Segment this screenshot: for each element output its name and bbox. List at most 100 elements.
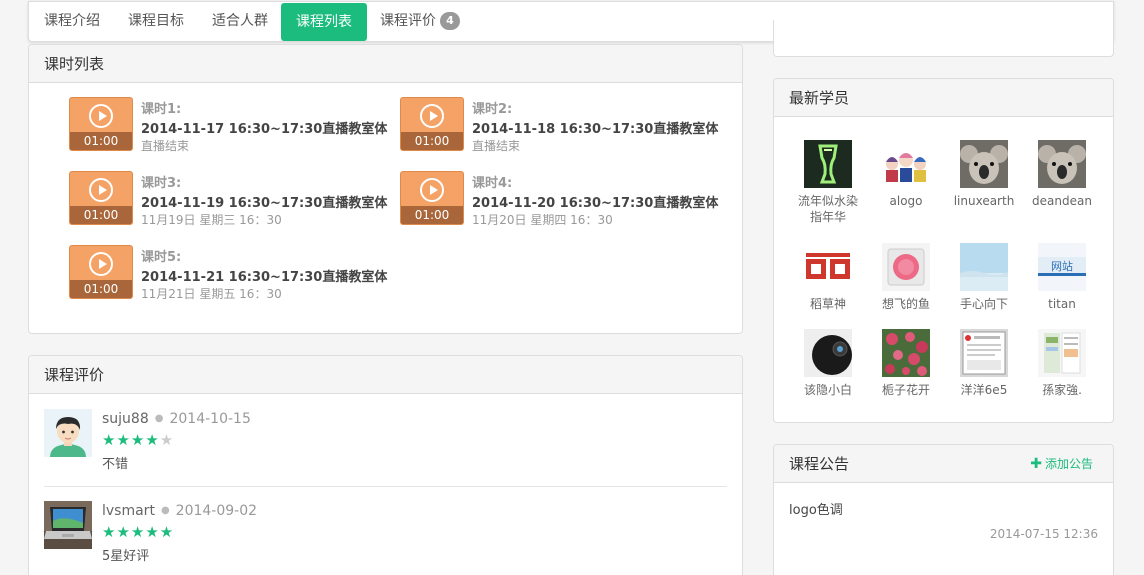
lesson-duration: 01:00 <box>70 280 132 298</box>
review-username[interactable]: suju88 <box>102 411 149 427</box>
review-text: 不错 <box>102 457 129 472</box>
lesson-item[interactable]: 01:00 课时4: 2014-11-20 16:30~17:30直播教室体 1… <box>400 171 720 227</box>
student-item[interactable]: deandean <box>1027 140 1097 209</box>
review-item: suju88 ● 2014-10-15 ★★★★★ 不错 <box>44 409 727 479</box>
student-item[interactable]: 手心向下 <box>949 243 1019 312</box>
student-avatar[interactable] <box>804 329 852 377</box>
review-meta: suju88 ● 2014-10-15 <box>102 411 251 427</box>
student-avatar[interactable] <box>804 140 852 188</box>
separator-dot: ● <box>154 413 164 424</box>
review-meta: lvsmart ● 2014-09-02 <box>102 503 257 519</box>
play-icon <box>89 252 113 276</box>
announcement-time: 2014-07-15 12:36 <box>989 527 1098 541</box>
lesson-thumbnail[interactable]: 01:00 <box>69 245 133 299</box>
sidebar-panel-partial <box>773 20 1114 57</box>
add-announcement-button[interactable]: ✚ 添加公告 <box>1030 445 1093 483</box>
review-item: lvsmart ● 2014-09-02 ★★★★★ 5星好评 <box>44 501 727 571</box>
student-name[interactable]: 洋洋6e5 <box>949 382 1019 398</box>
plus-icon: ✚ <box>1030 456 1042 472</box>
panel-title: 课程评价 <box>29 356 742 394</box>
announcement-text: logo色调 <box>789 503 843 518</box>
lesson-title: 课时3: <box>141 176 182 191</box>
review-date: 2014-09-02 <box>175 503 258 519</box>
student-avatar[interactable] <box>960 243 1008 291</box>
student-name[interactable]: 手心向下 <box>949 296 1019 312</box>
student-avatar[interactable] <box>1038 329 1086 377</box>
student-avatar[interactable] <box>882 243 930 291</box>
lesson-item[interactable]: 01:00 课时3: 2014-11-19 16:30~17:30直播教室体 1… <box>69 171 389 227</box>
student-avatar[interactable]: 网站 <box>1038 243 1086 291</box>
student-item[interactable]: alogo <box>871 140 941 209</box>
student-item[interactable]: 流年似水染指年华 <box>793 140 863 225</box>
tab-course-goals[interactable]: 课程目标 <box>113 2 199 41</box>
lesson-item[interactable]: 01:00 课时1: 2014-11-17 16:30~17:30直播教室体 直… <box>69 97 389 153</box>
review-username[interactable]: lvsmart <box>102 503 155 519</box>
review-date: 2014-10-15 <box>169 411 251 427</box>
student-name[interactable]: 流年似水染指年华 <box>793 193 863 225</box>
lesson-title: 课时5: <box>141 250 182 265</box>
student-item[interactable]: 稻草神 <box>793 243 863 312</box>
student-avatar[interactable] <box>960 140 1008 188</box>
lesson-status: 直播结束 <box>472 139 521 153</box>
student-name[interactable]: linuxearth <box>949 193 1019 209</box>
student-name[interactable]: 栀子花开 <box>871 382 941 398</box>
avatar[interactable] <box>44 501 92 549</box>
lesson-status: 11月20日 星期四 16：30 <box>472 213 613 227</box>
lesson-duration: 01:00 <box>70 132 132 150</box>
lesson-thumbnail[interactable]: 01:00 <box>400 171 464 225</box>
play-icon <box>89 104 113 128</box>
student-item[interactable]: 洋洋6e5 <box>949 329 1019 398</box>
tab-target-audience[interactable]: 适合人群 <box>197 2 283 41</box>
student-name[interactable]: 想飞的鱼 <box>871 296 941 312</box>
student-item[interactable]: 栀子花开 <box>871 329 941 398</box>
lesson-status: 直播结束 <box>141 139 190 153</box>
panel-header: 课程公告 ✚ 添加公告 <box>774 445 1113 483</box>
tab-label: 适合人群 <box>212 13 268 29</box>
lesson-status: 11月19日 星期三 16：30 <box>141 213 282 227</box>
panel-title: 课程公告 <box>789 455 850 473</box>
student-avatar[interactable] <box>882 140 930 188</box>
star-empty-icon: ★ <box>159 431 175 449</box>
students-panel: 最新学员 流年似水染指年华 alogo linuxearth deandean … <box>773 78 1114 423</box>
tab-course-list[interactable]: 课程列表 <box>281 3 367 41</box>
divider <box>44 486 727 487</box>
student-avatar[interactable] <box>960 329 1008 377</box>
student-avatar[interactable] <box>804 243 852 291</box>
student-name[interactable]: 孫家強. <box>1027 382 1097 398</box>
tab-course-reviews[interactable]: 课程评价 4 <box>365 2 475 41</box>
lesson-title: 课时4: <box>472 176 513 191</box>
lesson-schedule[interactable]: 2014-11-19 16:30~17:30直播教室体 <box>141 192 387 211</box>
student-item[interactable]: 该隐小白 <box>793 329 863 398</box>
avatar[interactable] <box>44 409 92 457</box>
tab-label: 课程介绍 <box>44 13 100 29</box>
review-count-badge: 4 <box>440 12 460 30</box>
student-item[interactable]: linuxearth <box>949 140 1019 209</box>
lesson-thumbnail[interactable]: 01:00 <box>69 171 133 225</box>
panel-title: 课时列表 <box>29 45 742 83</box>
tab-course-intro[interactable]: 课程介绍 <box>29 2 115 41</box>
reviews-panel: 课程评价 suju88 ● 2014-10-15 ★★★★★ 不错 lvsmar… <box>28 355 743 575</box>
lesson-schedule[interactable]: 2014-11-20 16:30~17:30直播教室体 <box>472 192 718 211</box>
student-avatar[interactable] <box>882 329 930 377</box>
student-item[interactable]: 孫家強. <box>1027 329 1097 398</box>
add-announcement-label: 添加公告 <box>1044 457 1093 471</box>
student-name[interactable]: titan <box>1027 296 1097 312</box>
lesson-thumbnail[interactable]: 01:00 <box>69 97 133 151</box>
student-name[interactable]: deandean <box>1027 193 1097 209</box>
student-item[interactable]: 网站 titan <box>1027 243 1097 312</box>
student-item[interactable]: 想飞的鱼 <box>871 243 941 312</box>
student-avatar[interactable] <box>1038 140 1086 188</box>
review-text: 5星好评 <box>102 549 150 564</box>
lesson-item[interactable]: 01:00 课时5: 2014-11-21 16:30~17:30直播教室体 1… <box>69 245 389 301</box>
lesson-duration: 01:00 <box>70 206 132 224</box>
lesson-schedule[interactable]: 2014-11-21 16:30~17:30直播教室体 <box>141 266 387 285</box>
student-name[interactable]: 稻草神 <box>793 296 863 312</box>
lesson-schedule[interactable]: 2014-11-18 16:30~17:30直播教室体 <box>472 118 718 137</box>
lesson-duration: 01:00 <box>401 132 463 150</box>
lesson-thumbnail[interactable]: 01:00 <box>400 97 464 151</box>
star-rating: ★★★★★ <box>102 431 174 449</box>
lesson-item[interactable]: 01:00 课时2: 2014-11-18 16:30~17:30直播教室体 直… <box>400 97 720 153</box>
student-name[interactable]: alogo <box>871 193 941 209</box>
student-name[interactable]: 该隐小白 <box>793 382 863 398</box>
lesson-schedule[interactable]: 2014-11-17 16:30~17:30直播教室体 <box>141 118 387 137</box>
